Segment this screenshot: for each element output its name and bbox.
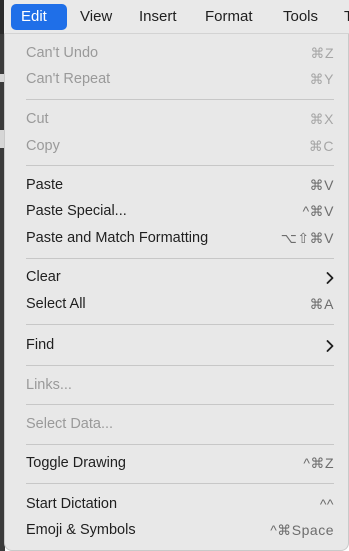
menu-item-label: Cut xyxy=(26,111,49,127)
menu-edit[interactable]: Edit xyxy=(11,4,67,30)
menu-item-label: Copy xyxy=(26,138,60,154)
menu-bar: Edit View Insert Format Tools T xyxy=(0,0,349,34)
shortcut-label: ^⌘Z xyxy=(303,455,334,471)
menu-separator xyxy=(26,404,334,405)
menu-item-paste-special[interactable]: Paste Special... ^⌘V xyxy=(26,200,334,224)
menu-item-paste-match-formatting[interactable]: Paste and Match Formatting ⌥⇧⌘V xyxy=(26,227,334,251)
menu-item-label: Can't Repeat xyxy=(26,71,111,87)
menu-separator xyxy=(26,365,334,366)
menu-separator xyxy=(26,258,334,259)
menu-bar-edge xyxy=(0,0,4,34)
menu-item-label: Select All xyxy=(26,296,86,312)
menu-item-label: Links... xyxy=(26,377,72,393)
menu-separator xyxy=(26,483,334,484)
shortcut-label: ⌥⇧⌘V xyxy=(280,230,334,246)
menu-item-label: Paste xyxy=(26,177,64,193)
menu-item-repeat: Can't Repeat ⌘Y xyxy=(26,68,334,92)
shortcut-label: ⌘C xyxy=(308,138,334,154)
menu-insert[interactable]: Insert xyxy=(139,4,177,30)
menu-item-toggle-drawing[interactable]: Toggle Drawing ^⌘Z xyxy=(26,452,334,476)
menu-view[interactable]: View xyxy=(80,4,112,30)
shortcut-label: ^⌘Space xyxy=(270,522,334,538)
menu-separator xyxy=(26,99,334,100)
menu-separator xyxy=(26,324,334,325)
shortcut-label: ⌘X xyxy=(309,111,334,127)
menu-separator xyxy=(26,165,334,166)
shortcut-label: ⌘Z xyxy=(310,45,334,61)
menu-item-start-dictation[interactable]: Start Dictation ^^ xyxy=(26,493,334,517)
menu-format[interactable]: Format xyxy=(205,4,253,30)
menu-item-paste[interactable]: Paste ⌘V xyxy=(26,174,334,198)
edit-menu: Can't Undo ⌘Z Can't Repeat ⌘Y Cut ⌘X Cop… xyxy=(4,34,349,551)
menu-item-label: Find xyxy=(26,337,55,353)
menu-item-links: Links... xyxy=(26,374,334,398)
menu-tools[interactable]: Tools xyxy=(283,4,318,30)
shortcut-label: ^^ xyxy=(319,496,334,512)
menu-item-label: Paste and Match Formatting xyxy=(26,230,209,246)
chevron-right-icon xyxy=(326,272,334,284)
shortcut-label: ^⌘V xyxy=(302,203,334,219)
shortcut-label: ⌘Y xyxy=(309,71,334,87)
menu-item-label: Paste Special... xyxy=(26,203,127,219)
shortcut-label: ⌘V xyxy=(309,177,334,193)
menu-item-copy: Copy ⌘C xyxy=(26,135,334,159)
menu-item-label: Start Dictation xyxy=(26,496,118,512)
menu-item-label: Toggle Drawing xyxy=(26,455,126,471)
chevron-right-icon xyxy=(326,340,334,352)
menu-separator xyxy=(26,444,334,445)
menu-item-undo: Can't Undo ⌘Z xyxy=(26,42,334,66)
menu-item-label: Can't Undo xyxy=(26,45,99,61)
menu-item-label: Select Data... xyxy=(26,416,114,432)
menu-item-emoji-symbols[interactable]: Emoji & Symbols ^⌘Space xyxy=(26,519,334,543)
shortcut-label: ⌘A xyxy=(309,296,334,312)
menu-item-label: Clear xyxy=(26,269,61,285)
menu-overflow-item[interactable]: T xyxy=(344,4,349,30)
menu-item-find[interactable]: Find xyxy=(26,334,334,358)
menu-item-select-data: Select Data... xyxy=(26,413,334,437)
menu-item-select-all[interactable]: Select All ⌘A xyxy=(26,293,334,317)
menu-item-clear[interactable]: Clear xyxy=(26,266,334,290)
menu-item-cut: Cut ⌘X xyxy=(26,108,334,132)
menu-item-label: Emoji & Symbols xyxy=(26,522,136,538)
